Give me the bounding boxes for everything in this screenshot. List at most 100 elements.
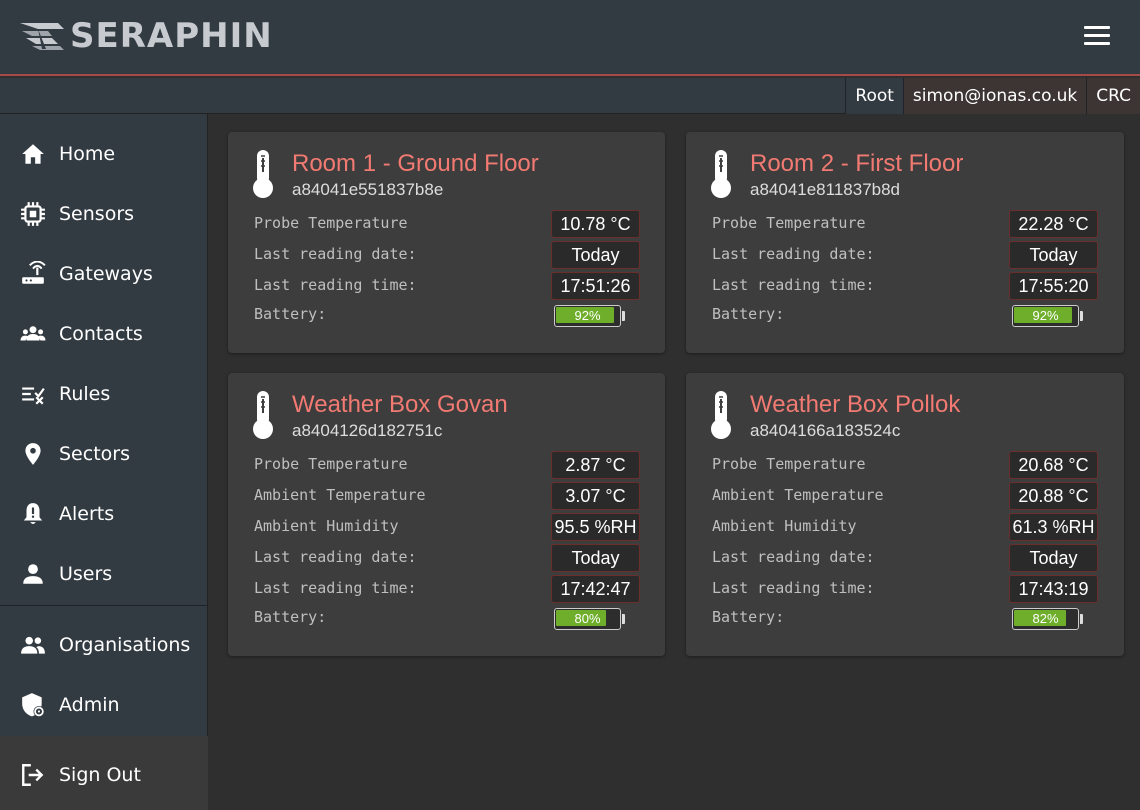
sidebar-item-rules[interactable]: Rules — [0, 364, 208, 424]
sidebar-item-label: Home — [59, 143, 116, 165]
reading-label: Probe Temperature — [712, 455, 866, 473]
sidebar-item-contacts[interactable]: Contacts — [0, 304, 208, 364]
battery-percent: 80% — [574, 611, 601, 626]
battery-label: Battery: — [712, 305, 785, 323]
home-icon — [22, 144, 44, 164]
reading-row: Last reading time: 17:42:47 — [254, 575, 640, 603]
reading-value: 10.78 °C — [551, 210, 640, 238]
brand-logo[interactable]: SERAPHIN — [18, 16, 273, 56]
people-icon — [21, 636, 45, 654]
role-badge[interactable]: Root — [845, 78, 903, 114]
sidebar-item-alerts[interactable]: Alerts — [0, 484, 208, 544]
battery-label: Battery: — [712, 608, 785, 626]
sidebar-item-admin[interactable]: Admin — [0, 675, 208, 735]
reading-value: Today — [551, 241, 640, 269]
battery-percent: 92% — [574, 308, 601, 323]
sidebar-item-sectors[interactable]: Sectors — [0, 424, 208, 484]
battery-percent: 92% — [1032, 308, 1059, 323]
reading-label: Last reading time: — [712, 276, 875, 294]
sidebar-item-organisations[interactable]: Organisations — [0, 615, 208, 675]
reading-row: Ambient Humidity 61.3 %RH — [712, 513, 1098, 541]
sensor-card[interactable]: Room 2 - First Floor a84041e811837b8d Pr… — [686, 132, 1124, 353]
reading-value: 17:42:47 — [551, 575, 640, 603]
reading-row: Last reading date: Today — [254, 241, 640, 269]
hamburger-menu-icon[interactable] — [1084, 26, 1110, 48]
reading-row: Probe Temperature 2.87 °C — [254, 451, 640, 479]
card-title[interactable]: Room 2 - First Floor — [750, 150, 963, 178]
reading-row: Ambient Humidity 95.5 %RH — [254, 513, 640, 541]
reading-value: 95.5 %RH — [551, 513, 640, 541]
reading-label: Last reading time: — [254, 276, 417, 294]
reading-row: Ambient Temperature 20.88 °C — [712, 482, 1098, 510]
reading-label: Probe Temperature — [254, 455, 408, 473]
reading-label: Ambient Humidity — [712, 517, 857, 535]
sidebar-item-gateways[interactable]: Gateways — [0, 244, 208, 304]
battery-indicator: 92% — [1012, 305, 1083, 327]
reading-label: Ambient Temperature — [254, 486, 426, 504]
user-bar: Root simon@ionas.co.uk CRC — [0, 78, 1140, 114]
sensor-card[interactable]: Room 1 - Ground Floor a84041e551837b8e P… — [228, 132, 665, 353]
reading-value: 20.88 °C — [1009, 482, 1098, 510]
reading-value: 20.68 °C — [1009, 451, 1098, 479]
organisation-badge[interactable]: CRC — [1086, 78, 1140, 114]
reading-value: 17:55:20 — [1009, 272, 1098, 300]
router-icon — [22, 261, 46, 284]
sign-out-icon — [22, 764, 44, 786]
sidebar-item-label: Sensors — [59, 203, 135, 225]
sidebar-item-label: Alerts — [59, 503, 115, 525]
brand-name: SERAPHIN — [70, 16, 273, 56]
battery-label: Battery: — [254, 305, 327, 323]
reading-label: Last reading date: — [254, 548, 417, 566]
card-title[interactable]: Room 1 - Ground Floor — [292, 150, 539, 178]
seraphin-wing-icon — [20, 23, 64, 50]
reading-row: Last reading time: 17:51:26 — [254, 272, 640, 300]
battery-row: Battery: 82% — [712, 606, 1098, 634]
battery-indicator: 82% — [1012, 608, 1083, 630]
reading-label: Last reading date: — [712, 245, 875, 263]
app-header: SERAPHIN — [0, 0, 1140, 76]
sidebar-divider — [0, 605, 208, 606]
sidebar-item-label: Sign Out — [59, 764, 141, 786]
reading-value: 17:43:19 — [1009, 575, 1098, 603]
user-email-link[interactable]: simon@ionas.co.uk — [902, 78, 1087, 114]
reading-row: Last reading time: 17:43:19 — [712, 575, 1098, 603]
sidebar-item-label: Contacts — [59, 323, 143, 345]
rules-icon — [22, 387, 45, 405]
battery-indicator: 80% — [554, 608, 625, 630]
sensor-card[interactable]: Weather Box Pollok a8404166a183524c Prob… — [686, 373, 1124, 656]
reading-value: Today — [1009, 544, 1098, 572]
sidebar-item-users[interactable]: Users — [0, 544, 208, 604]
card-title[interactable]: Weather Box Govan — [292, 391, 508, 419]
admin-shield-icon — [22, 693, 45, 717]
sidebar-item-sign-out[interactable]: Sign Out — [0, 745, 208, 805]
sensor-card[interactable]: Weather Box Govan a8404126d182751c Probe… — [228, 373, 665, 656]
reading-row: Last reading date: Today — [712, 241, 1098, 269]
reading-row: Last reading date: Today — [254, 544, 640, 572]
thermometer-icon — [253, 150, 273, 198]
sidebar-item-home[interactable]: Home — [0, 124, 208, 184]
sidebar-item-label: Gateways — [59, 263, 153, 285]
thermometer-icon — [711, 150, 731, 198]
thermometer-icon — [711, 391, 731, 439]
reading-row: Last reading date: Today — [712, 544, 1098, 572]
reading-label: Last reading date: — [712, 548, 875, 566]
reading-row: Ambient Temperature 3.07 °C — [254, 482, 640, 510]
reading-value: Today — [1009, 241, 1098, 269]
chip-icon — [21, 202, 45, 226]
reading-label: Last reading time: — [254, 579, 417, 597]
sidebar-item-sensors[interactable]: Sensors — [0, 184, 208, 244]
battery-row: Battery: 92% — [254, 303, 640, 331]
battery-row: Battery: 80% — [254, 606, 640, 634]
sidebar-item-label: Sectors — [59, 443, 130, 465]
reading-value: 2.87 °C — [551, 451, 640, 479]
card-title[interactable]: Weather Box Pollok — [750, 391, 960, 419]
reading-label: Ambient Humidity — [254, 517, 399, 535]
sidebar-item-label: Admin — [59, 694, 120, 716]
battery-row: Battery: 92% — [712, 303, 1098, 331]
reading-label: Last reading time: — [712, 579, 875, 597]
sidebar-item-label: Users — [59, 563, 113, 585]
map-pin-icon — [25, 443, 41, 465]
battery-label: Battery: — [254, 608, 327, 626]
reading-row: Last reading time: 17:55:20 — [712, 272, 1098, 300]
bell-alert-icon — [23, 503, 43, 525]
